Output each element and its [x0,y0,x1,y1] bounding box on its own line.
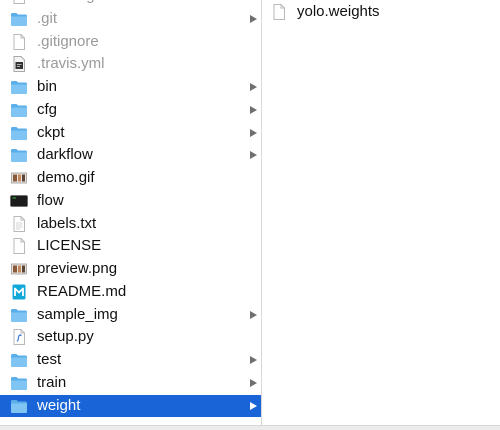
disclosure-arrow-icon [250,378,257,387]
folder-icon [10,352,28,368]
folder-row-sample-img[interactable]: sample_img [0,304,261,327]
file-name: .git [37,9,58,27]
file-name: flow [37,191,64,209]
folder-icon [10,375,28,391]
folder-row-weight[interactable]: weight [0,394,261,418]
folder-icon [10,102,28,118]
file-name: darkflow [37,146,93,164]
horizontal-scrollbar-track[interactable] [0,425,500,430]
file-row-gitignore[interactable]: .gitignore [0,31,261,54]
disclosure-arrow-icon [250,83,257,91]
yml-file-icon [10,56,28,73]
file-name: bin [37,78,58,95]
file-name: weight [37,396,81,414]
file-name: labels.txt [37,214,97,232]
disclosure-arrow-icon [250,401,257,410]
file-row-yolo-weights[interactable]: yolo.weights [262,1,500,24]
folder-row-cfg[interactable]: cfg [0,99,261,122]
file-name: test [37,351,62,368]
disclosure-arrow-icon [250,151,257,160]
image-thumbnail-icon [10,170,28,186]
file-name: ckpt [37,123,65,141]
disclosure-arrow-icon [250,356,257,364]
folder-icon [10,79,28,95]
file-name: LICENSE [37,237,102,255]
file-row-readme-md[interactable]: README.md [0,281,261,304]
file-row-preview-png[interactable]: preview.png [0,258,261,281]
folder-row-bin[interactable]: bin [0,76,261,99]
file-row-coveragerc[interactable]: .coveragerc [0,0,261,8]
folder-icon [10,307,28,323]
file-name: README.md [37,282,127,300]
folder-icon [10,11,28,27]
folder-row-test[interactable]: test [0,349,261,372]
document-icon [10,0,28,4]
file-name: setup.py [37,328,94,346]
file-name: .gitignore [37,32,99,50]
document-icon [10,33,28,50]
folder-icon [10,398,28,414]
file-row-license[interactable]: LICENSE [0,235,261,258]
file-row-travis-yml[interactable]: .travis.yml [0,53,261,76]
image-thumbnail-icon [10,261,28,277]
file-name: demo.gif [37,169,95,186]
terminal-executable-icon [10,193,28,209]
file-row-flow[interactable]: flow [0,190,261,213]
folder-row-ckpt[interactable]: ckpt [0,122,261,145]
markdown-icon [10,284,28,300]
file-list: yolo.weights [262,1,500,24]
file-name: sample_img [37,305,118,323]
folder-row-train[interactable]: train [0,372,261,395]
file-row-demo-gif[interactable]: demo.gif [0,167,261,190]
disclosure-arrow-icon [250,14,257,23]
disclosure-arrow-icon [250,310,257,319]
disclosure-arrow-icon [250,105,257,114]
file-row-labels-txt[interactable]: labels.txt [0,213,261,236]
file-name: cfg [37,100,58,118]
file-name: .travis.yml [37,55,105,73]
document-icon [270,4,288,20]
file-name: .coveragerc [37,0,115,8]
file-name: yolo.weights [297,3,380,20]
python-file-icon [10,329,28,346]
finder-column-browser: .coveragerc.git .gitignore .travis.yml bin c… [0,0,500,430]
column-darkflow-contents[interactable]: .coveragerc.git .gitignore .travis.yml bin c… [0,0,261,425]
file-list: .coveragerc.git .gitignore .travis.yml bin c… [0,0,261,418]
folder-icon [10,147,28,163]
folder-row-darkflow[interactable]: darkflow [0,144,261,167]
column-weight-contents[interactable]: yolo.weights [262,0,500,425]
disclosure-arrow-icon [250,128,257,137]
file-name: train [37,373,67,391]
folder-row-git[interactable]: .git [0,8,261,31]
file-name: preview.png [37,260,118,277]
text-document-icon [10,215,28,232]
file-row-setup-py[interactable]: setup.py [0,326,261,349]
folder-icon [10,125,28,141]
document-icon [10,238,28,255]
